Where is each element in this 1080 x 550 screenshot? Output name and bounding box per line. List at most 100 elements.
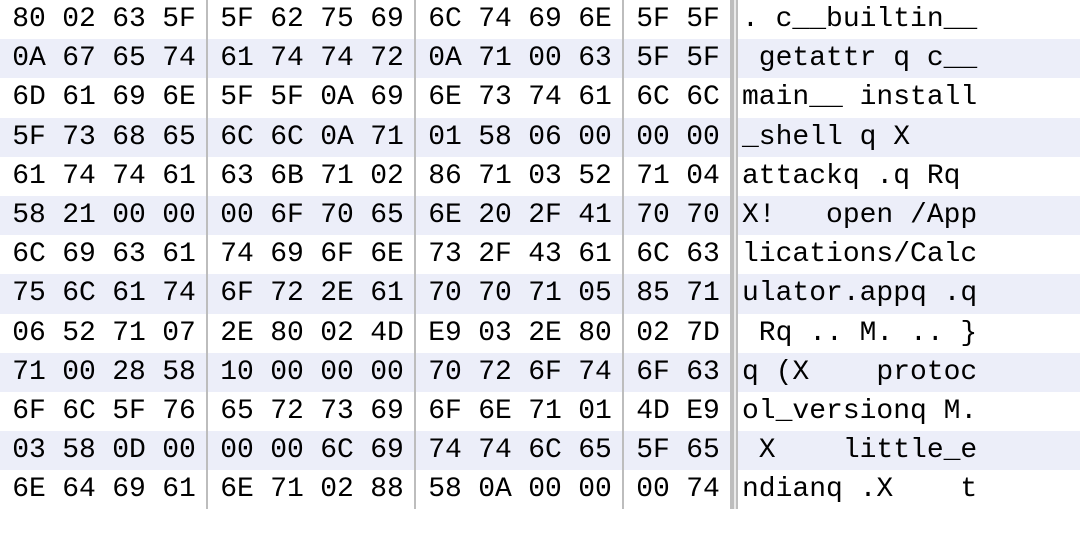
hex-byte[interactable]: 6B bbox=[262, 157, 312, 196]
hex-byte[interactable]: 6D bbox=[4, 78, 54, 117]
hex-byte[interactable]: 6C bbox=[212, 118, 262, 157]
hex-byte[interactable]: 58 bbox=[470, 118, 520, 157]
hex-byte[interactable]: 01 bbox=[420, 118, 470, 157]
ascii-text[interactable]: getattr q c__ bbox=[738, 39, 1080, 78]
hex-byte[interactable]: 65 bbox=[362, 196, 412, 235]
hex-byte[interactable]: 61 bbox=[154, 157, 204, 196]
hex-byte[interactable]: 52 bbox=[570, 157, 620, 196]
hex-byte[interactable]: 70 bbox=[628, 196, 678, 235]
hex-byte[interactable]: 6F bbox=[4, 392, 54, 431]
hex-byte[interactable]: 6C bbox=[678, 78, 728, 117]
ascii-text[interactable]: _shell q X bbox=[738, 118, 1080, 157]
hex-byte[interactable]: 5F bbox=[262, 78, 312, 117]
hex-byte[interactable]: 6E bbox=[420, 196, 470, 235]
hex-byte[interactable]: 73 bbox=[470, 78, 520, 117]
hex-byte[interactable]: 74 bbox=[154, 274, 204, 313]
hex-byte[interactable]: 6E bbox=[362, 235, 412, 274]
ascii-text[interactable]: q (X protoc bbox=[738, 353, 1080, 392]
hex-byte[interactable]: 5F bbox=[678, 0, 728, 39]
hex-byte[interactable]: 7D bbox=[678, 314, 728, 353]
hex-byte[interactable]: 74 bbox=[470, 431, 520, 470]
hex-byte[interactable]: 69 bbox=[520, 0, 570, 39]
hex-byte[interactable]: 74 bbox=[678, 470, 728, 509]
ascii-text[interactable]: ol_versionq M. bbox=[738, 392, 1080, 431]
hex-byte[interactable]: 02 bbox=[54, 0, 104, 39]
hex-byte[interactable]: 75 bbox=[312, 0, 362, 39]
hex-byte[interactable]: E9 bbox=[678, 392, 728, 431]
hex-byte[interactable]: 72 bbox=[262, 274, 312, 313]
hex-byte[interactable]: 74 bbox=[470, 0, 520, 39]
hex-byte[interactable]: 0A bbox=[470, 470, 520, 509]
hex-byte[interactable]: 5F bbox=[212, 78, 262, 117]
hex-byte[interactable]: 00 bbox=[212, 431, 262, 470]
hex-byte[interactable]: 74 bbox=[54, 157, 104, 196]
hex-byte[interactable]: 00 bbox=[312, 353, 362, 392]
hex-byte[interactable]: 6F bbox=[312, 235, 362, 274]
hex-byte[interactable]: 00 bbox=[570, 470, 620, 509]
hex-byte[interactable]: 6E bbox=[420, 78, 470, 117]
hex-byte[interactable]: 63 bbox=[678, 235, 728, 274]
hex-byte[interactable]: 02 bbox=[362, 157, 412, 196]
hex-byte[interactable]: 61 bbox=[54, 78, 104, 117]
hex-byte[interactable]: 65 bbox=[104, 39, 154, 78]
hex-byte[interactable]: 69 bbox=[362, 0, 412, 39]
hex-byte[interactable]: 00 bbox=[362, 353, 412, 392]
hex-byte[interactable]: 6E bbox=[470, 392, 520, 431]
hex-byte[interactable]: 6E bbox=[212, 470, 262, 509]
hex-byte[interactable]: 69 bbox=[362, 431, 412, 470]
hex-byte[interactable]: 6C bbox=[54, 392, 104, 431]
hex-byte[interactable]: 6E bbox=[154, 78, 204, 117]
hex-byte[interactable]: 74 bbox=[520, 78, 570, 117]
hex-byte[interactable]: 63 bbox=[104, 235, 154, 274]
hex-byte[interactable]: 70 bbox=[420, 274, 470, 313]
hex-byte[interactable]: 06 bbox=[4, 314, 54, 353]
hex-byte[interactable]: 61 bbox=[570, 235, 620, 274]
hex-byte[interactable]: 6C bbox=[520, 431, 570, 470]
hex-byte[interactable]: 64 bbox=[54, 470, 104, 509]
hex-byte[interactable]: 74 bbox=[104, 157, 154, 196]
hex-byte[interactable]: 65 bbox=[678, 431, 728, 470]
hex-byte[interactable]: 0A bbox=[420, 39, 470, 78]
hex-byte[interactable]: 6C bbox=[628, 235, 678, 274]
hex-byte[interactable]: 0A bbox=[4, 39, 54, 78]
hex-byte[interactable]: 71 bbox=[104, 314, 154, 353]
hex-byte[interactable]: 5F bbox=[678, 39, 728, 78]
hex-byte[interactable]: 86 bbox=[420, 157, 470, 196]
hex-byte[interactable]: 80 bbox=[4, 0, 54, 39]
hex-byte[interactable]: 5F bbox=[104, 392, 154, 431]
hex-byte[interactable]: 03 bbox=[520, 157, 570, 196]
hex-byte[interactable]: 00 bbox=[570, 118, 620, 157]
hex-byte[interactable]: 02 bbox=[628, 314, 678, 353]
hex-byte[interactable]: 6C bbox=[312, 431, 362, 470]
hex-byte[interactable]: 80 bbox=[570, 314, 620, 353]
hex-byte[interactable]: 2E bbox=[212, 314, 262, 353]
hex-byte[interactable]: 67 bbox=[54, 39, 104, 78]
hex-byte[interactable]: 03 bbox=[4, 431, 54, 470]
hex-byte[interactable]: 00 bbox=[104, 196, 154, 235]
hex-byte[interactable]: 72 bbox=[262, 392, 312, 431]
hex-byte[interactable]: 02 bbox=[312, 314, 362, 353]
hex-byte[interactable]: 70 bbox=[420, 353, 470, 392]
hex-byte[interactable]: 00 bbox=[154, 431, 204, 470]
hex-byte[interactable]: 0D bbox=[104, 431, 154, 470]
hex-byte[interactable]: 6F bbox=[262, 196, 312, 235]
hex-byte[interactable]: E9 bbox=[420, 314, 470, 353]
hex-byte[interactable]: 63 bbox=[678, 353, 728, 392]
hex-byte[interactable]: 6C bbox=[4, 235, 54, 274]
hex-byte[interactable]: 6F bbox=[520, 353, 570, 392]
hex-byte[interactable]: 69 bbox=[104, 470, 154, 509]
hex-byte[interactable]: 00 bbox=[678, 118, 728, 157]
hex-byte[interactable]: 43 bbox=[520, 235, 570, 274]
hex-byte[interactable]: 03 bbox=[470, 314, 520, 353]
hex-byte[interactable]: 80 bbox=[262, 314, 312, 353]
ascii-text[interactable]: ulator.appq .q bbox=[738, 274, 1080, 313]
hex-byte[interactable]: 6F bbox=[212, 274, 262, 313]
ascii-text[interactable]: ndianq .X t bbox=[738, 470, 1080, 509]
hex-byte[interactable]: 00 bbox=[54, 353, 104, 392]
hex-byte[interactable]: 6E bbox=[4, 470, 54, 509]
hex-byte[interactable]: 07 bbox=[154, 314, 204, 353]
ascii-text[interactable]: attackq .q Rq bbox=[738, 157, 1080, 196]
hex-byte[interactable]: 58 bbox=[4, 196, 54, 235]
ascii-text[interactable]: Rq .. M. .. } bbox=[738, 314, 1080, 353]
hex-byte[interactable]: 74 bbox=[570, 353, 620, 392]
